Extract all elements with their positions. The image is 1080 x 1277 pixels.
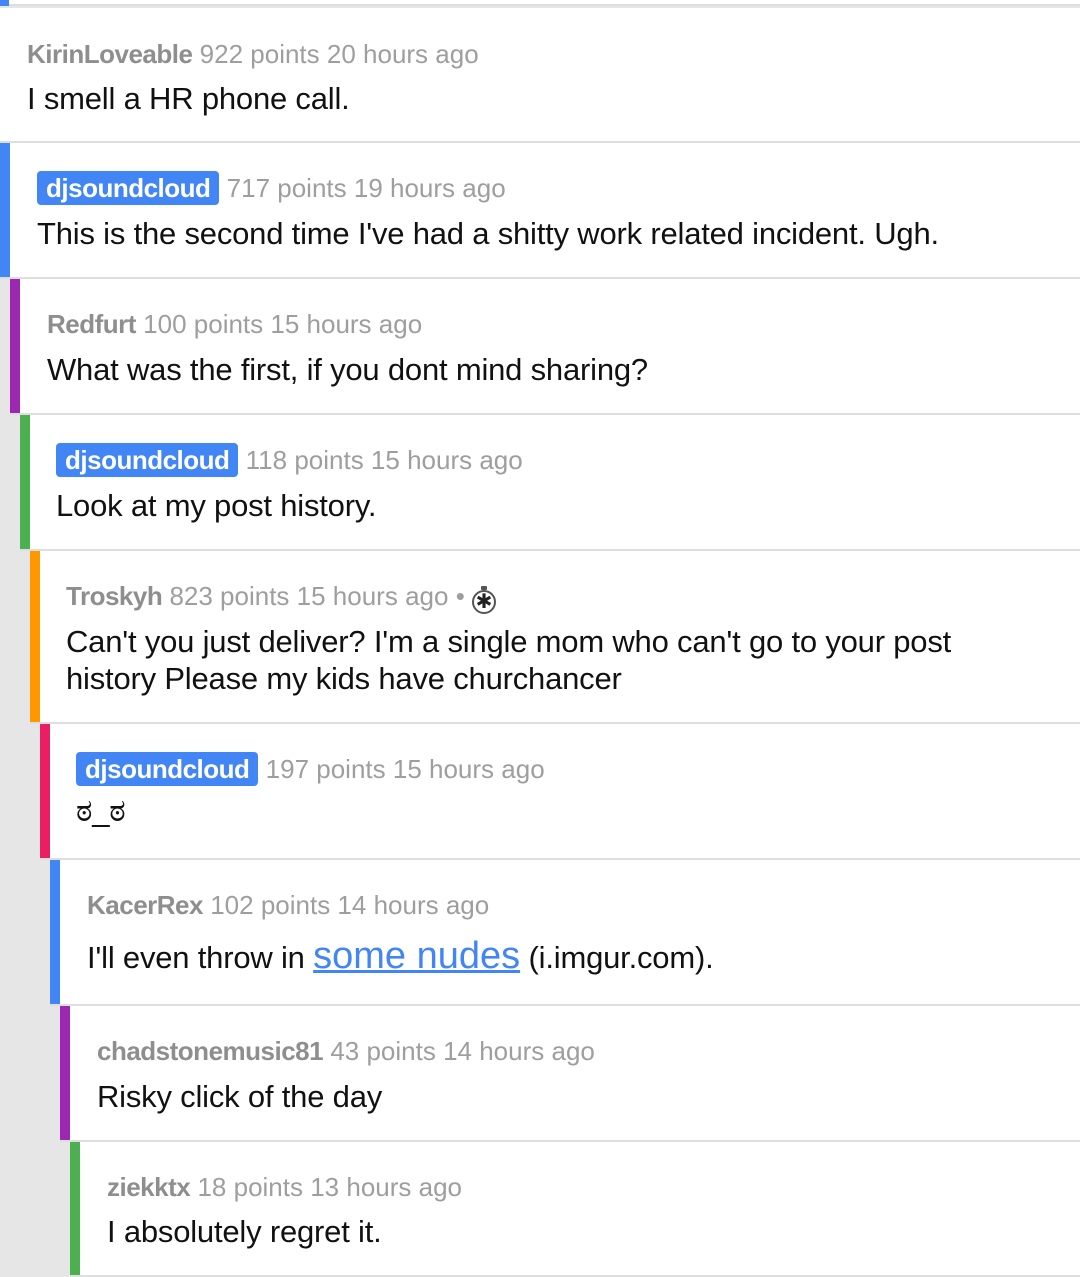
depth-bar — [10, 279, 20, 413]
comment-meta: chadstonemusic81 43 points 14 hours ago — [97, 1031, 595, 1071]
comment-meta: ziekktx 18 points 13 hours ago — [107, 1167, 462, 1207]
depth-bar — [0, 143, 10, 277]
comment-body: ಠ_ಠ — [76, 793, 126, 828]
depth-bar — [20, 415, 30, 549]
comment-djsoundcloud-3[interactable]: djsoundcloud 197 points 15 hours ago ಠ_ಠ — [40, 724, 1080, 860]
comment-ziekktx[interactable]: ziekktx 18 points 13 hours ago I absolut… — [70, 1142, 1080, 1277]
comment-body: What was the first, if you dont mind sha… — [47, 352, 648, 387]
op-author-badge[interactable]: djsoundcloud — [37, 171, 220, 205]
previous-comment-edge — [0, 0, 1080, 6]
op-author-badge[interactable]: djsoundcloud — [56, 443, 239, 477]
link-domain: (i.imgur.com). — [520, 940, 714, 975]
depth-bar — [30, 551, 40, 722]
comment-stats: 102 points 14 hours ago — [210, 890, 490, 920]
comment-stats: 43 points 14 hours ago — [330, 1036, 595, 1066]
comment-redfurt[interactable]: Redfurt 100 points 15 hours ago What was… — [10, 279, 1080, 415]
comment-stats: 823 points 15 hours ago — [169, 581, 449, 611]
imgur-link[interactable]: some nudes — [313, 935, 520, 977]
depth-bar — [40, 724, 50, 858]
comment-kacerrex[interactable]: KacerRex 102 points 14 hours ago I'll ev… — [50, 860, 1080, 1006]
depth-bar — [70, 1142, 80, 1275]
comment-author[interactable]: KacerRex — [87, 890, 203, 920]
comment-body: This is the second time I've had a shitt… — [37, 216, 939, 251]
comment-stats: 922 points 20 hours ago — [199, 39, 479, 69]
comment-troskyh[interactable]: Troskyh 823 points 15 hours ago • ✱ Can'… — [30, 551, 1080, 724]
comment-meta: djsoundcloud 197 points 15 hours ago — [76, 749, 545, 789]
comment-stats: 197 points 15 hours ago — [265, 754, 545, 784]
comment-author[interactable]: chadstonemusic81 — [97, 1036, 324, 1066]
comment-body: I smell a HR phone call. — [27, 81, 350, 116]
comment-body: Can't you just deliver? I'm a single mom… — [66, 623, 1026, 697]
comment-meta: KirinLoveable 922 points 20 hours ago — [27, 34, 479, 74]
comment-djsoundcloud-2[interactable]: djsoundcloud 118 points 15 hours ago Loo… — [20, 415, 1080, 551]
comment-djsoundcloud-1[interactable]: djsoundcloud 717 points 19 hours ago Thi… — [0, 143, 1080, 279]
comment-author[interactable]: ziekktx — [107, 1172, 191, 1202]
comment-body: I'll even throw in some nudes (i.imgur.c… — [87, 935, 1047, 977]
comment-body-line: Can't you just deliver? I'm a single mom… — [66, 624, 952, 659]
comment-stats: 118 points 15 hours ago — [245, 445, 523, 475]
comment-body: Risky click of the day — [97, 1079, 383, 1114]
comment-author[interactable]: Troskyh — [66, 581, 163, 611]
depth-bar — [50, 860, 60, 1004]
comment-body-text: I'll even throw in — [87, 940, 314, 975]
comment-meta: djsoundcloud 717 points 19 hours ago — [37, 168, 506, 208]
op-author-badge[interactable]: djsoundcloud — [76, 752, 259, 786]
meta-separator: • — [455, 581, 465, 611]
gold-award-icon[interactable]: ✱ — [472, 586, 497, 614]
depth-bar — [0, 0, 9, 6]
comment-stats: 100 points 15 hours ago — [143, 309, 423, 339]
comment-body-line: history Please my kids have churchancer — [66, 661, 622, 696]
depth-bar — [60, 1006, 70, 1140]
comment-stats: 717 points 19 hours ago — [226, 173, 506, 203]
comment-kirinloveable[interactable]: KirinLoveable 922 points 20 hours ago I … — [0, 8, 1080, 143]
comment-body: I absolutely regret it. — [107, 1214, 382, 1249]
comment-stats: 18 points 13 hours ago — [197, 1172, 463, 1202]
comment-meta: Redfurt 100 points 15 hours ago — [47, 304, 422, 344]
comment-meta: Troskyh 823 points 15 hours ago • ✱ — [66, 576, 497, 616]
comment-chadstonemusic81[interactable]: chadstonemusic81 43 points 14 hours ago … — [60, 1006, 1080, 1142]
comment-author[interactable]: KirinLoveable — [27, 39, 193, 69]
comment-author[interactable]: Redfurt — [47, 309, 136, 339]
comment-meta: djsoundcloud 118 points 15 hours ago — [56, 440, 523, 480]
comment-body: Look at my post history. — [56, 488, 377, 523]
comment-meta: KacerRex 102 points 14 hours ago — [87, 885, 489, 925]
